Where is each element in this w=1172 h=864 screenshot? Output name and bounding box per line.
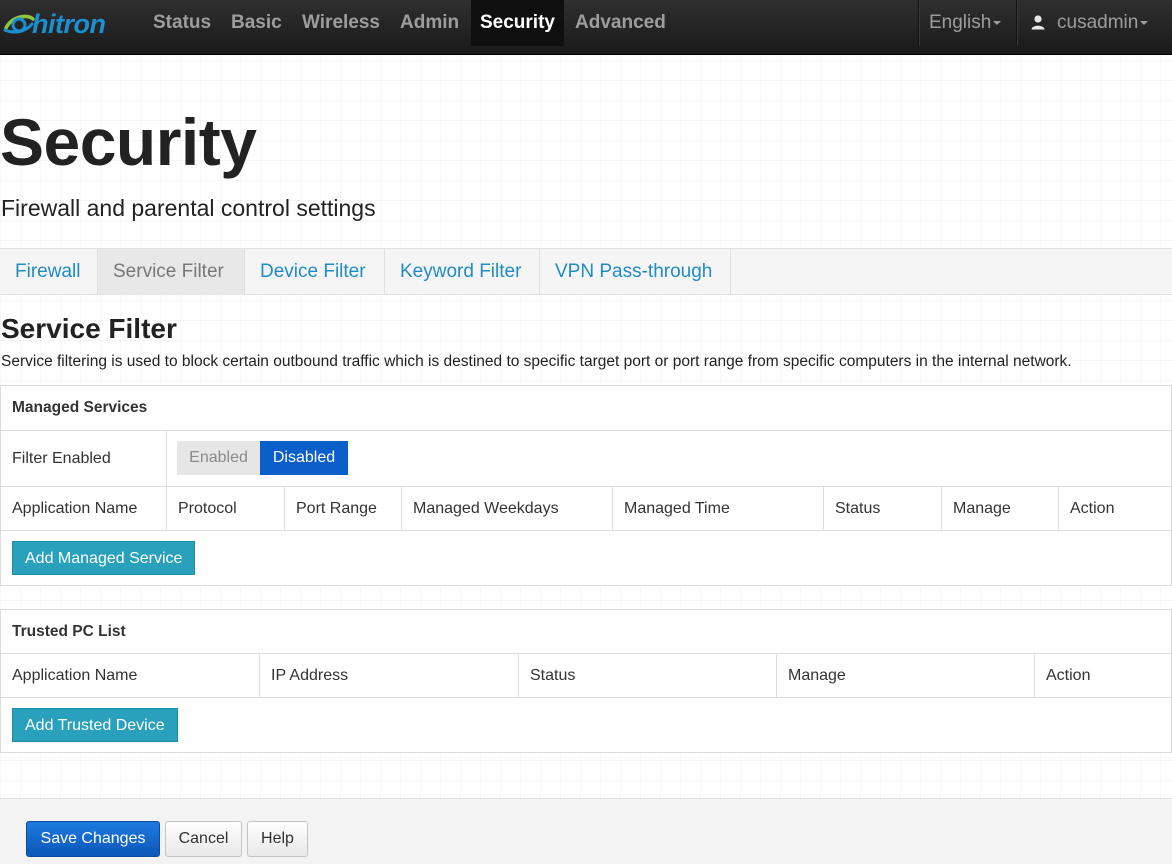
user-icon [1031, 15, 1045, 30]
trusted-pc-heading: Trusted PC List [12, 622, 126, 640]
column-header: Status [518, 654, 776, 697]
nav-item-basic[interactable]: Basic [222, 0, 291, 46]
cancel-button[interactable]: Cancel [165, 821, 242, 857]
brand-name: hitron [32, 8, 106, 39]
column-header: Application Name [12, 666, 138, 684]
user-menu[interactable]: cusadmin [1016, 0, 1172, 46]
column-header: IP Address [259, 654, 518, 697]
save-changes-button[interactable]: Save Changes [26, 821, 160, 857]
nav-item-security[interactable]: Security [471, 0, 564, 46]
caret-down-icon [993, 20, 1002, 25]
brand-logo[interactable]: hitron [0, 6, 130, 42]
filter-enabled-row: Filter Enabled Enabled Disabled [1, 431, 1171, 487]
add-trusted-device-button[interactable]: Add Trusted Device [12, 708, 178, 742]
filter-toggle-cell: Enabled Disabled [166, 431, 1172, 486]
column-header: Manage [776, 654, 1034, 697]
panel-heading-row: Trusted PC List [1, 610, 1171, 654]
tab-firewall[interactable]: Firewall [0, 249, 98, 295]
table-header-row: Application Name IP Address Status Manag… [1, 654, 1171, 698]
filter-enabled-label: Filter Enabled [12, 449, 111, 467]
column-header: Action [1034, 654, 1172, 697]
tab-device-filter[interactable]: Device Filter [245, 249, 385, 295]
caret-down-icon [1140, 20, 1149, 25]
panel-heading-row: Managed Services [1, 386, 1171, 431]
add-managed-service-button[interactable]: Add Managed Service [12, 541, 196, 575]
column-header: Protocol [166, 487, 284, 530]
page-title: Security [0, 105, 257, 179]
top-navbar: hitron Status Basic Wireless Admin Secur… [0, 0, 1172, 55]
tab-keyword-filter[interactable]: Keyword Filter [385, 249, 540, 295]
filter-disabled-option[interactable]: Disabled [260, 441, 348, 475]
column-header: Application Name [12, 499, 138, 517]
column-header: Managed Time [612, 487, 823, 530]
nav-item-status[interactable]: Status [144, 0, 220, 46]
nav-item-advanced[interactable]: Advanced [566, 0, 675, 46]
trusted-pc-panel: Trusted PC List Application Name IP Addr… [0, 609, 1172, 753]
tab-service-filter[interactable]: Service Filter [98, 249, 245, 295]
managed-services-panel: Managed Services Filter Enabled Enabled … [0, 385, 1172, 586]
filter-enabled-option[interactable]: Enabled [177, 441, 260, 475]
username: cusadmin [1057, 12, 1139, 33]
page-subtitle: Firewall and parental control settings [1, 195, 376, 221]
column-header: Action [1058, 487, 1172, 530]
column-header: Port Range [284, 487, 401, 530]
nav-item-wireless[interactable]: Wireless [293, 0, 389, 46]
column-header: Managed Weekdays [401, 487, 612, 530]
footer-action-bar: Save Changes Cancel Help [0, 798, 1172, 864]
hitron-swoosh-icon [3, 14, 35, 34]
table-header-row: Application Name Protocol Port Range Man… [1, 487, 1171, 531]
section-title: Service Filter [1, 313, 177, 344]
security-tabs: Firewall Service Filter Device Filter Ke… [0, 248, 1172, 295]
managed-services-heading: Managed Services [12, 399, 148, 416]
language-label: English [929, 12, 992, 33]
column-header: Manage [941, 487, 1058, 530]
nav-item-admin[interactable]: Admin [391, 0, 468, 46]
column-header: Status [823, 487, 941, 530]
tab-vpn-pass-through[interactable]: VPN Pass-through [540, 249, 731, 295]
language-dropdown[interactable]: English [918, 0, 1015, 46]
section-description: Service filtering is used to block certa… [1, 353, 1072, 370]
help-button[interactable]: Help [247, 821, 308, 857]
